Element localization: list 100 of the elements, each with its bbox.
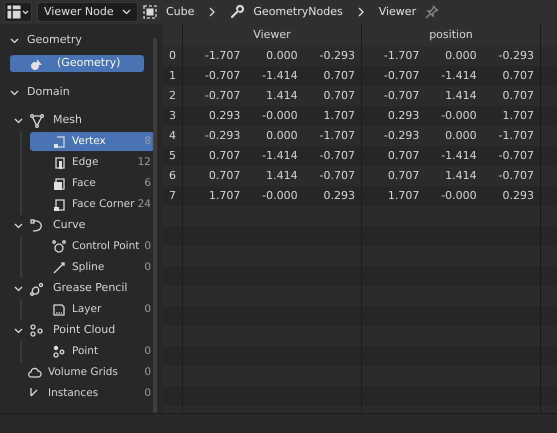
- table-cell-text: 1.414: [265, 168, 298, 184]
- table-cell-text: 0.000: [444, 128, 477, 144]
- table-cell-text: -0.707: [498, 148, 534, 164]
- table-cell-text: -1.707: [498, 128, 534, 144]
- face-corner-icon: [52, 198, 66, 212]
- domain-item[interactable]: Volume Grids 0: [20, 363, 154, 382]
- table-cell-text: 0.000: [265, 128, 298, 144]
- table-cell-text: -1.414: [440, 148, 477, 164]
- table-cell-text: -0.707: [204, 88, 240, 104]
- table-cell-text: -0.293: [382, 128, 420, 144]
- table-cell-text: -0.293: [498, 48, 534, 64]
- table-cell-text: 0.293: [386, 108, 420, 124]
- breadcrumb-label: Viewer: [378, 4, 416, 20]
- chevron-right-icon: [208, 7, 216, 17]
- table-cell-text: -1.414: [261, 148, 298, 164]
- column-header: position: [429, 26, 473, 43]
- domain-item[interactable]: Edge 12: [30, 153, 154, 172]
- table-cell-text: 0.707: [208, 168, 240, 184]
- viewer-dropdown[interactable]: Viewer Node: [37, 2, 138, 22]
- domain-item[interactable]: Spline 0: [30, 258, 154, 277]
- domain-group-label[interactable]: Mesh: [53, 112, 82, 129]
- row-index: 2: [169, 88, 176, 104]
- table-cell-text: 1.707: [322, 108, 355, 124]
- domain-item[interactable]: Point 0: [30, 342, 154, 361]
- domain-item[interactable]: Layer 0: [30, 300, 154, 319]
- breadcrumb-label: GeometryNodes: [253, 4, 343, 20]
- table-cell-text: 0.707: [386, 168, 420, 184]
- table-cell-text: 0.707: [386, 148, 420, 164]
- panel-title[interactable]: Geometry: [27, 32, 82, 48]
- row-index: 6: [169, 168, 176, 184]
- chevron-down-icon: [22, 10, 29, 14]
- object-icon: [143, 5, 157, 19]
- row-index: 4: [169, 128, 176, 144]
- table-cell-text: 0.707: [322, 68, 355, 84]
- table-cell-text: -0.707: [318, 168, 355, 184]
- domain-group-label[interactable]: Point Cloud: [53, 322, 116, 339]
- table-cell-text: 0.707: [501, 88, 534, 104]
- grease-pencil-icon: [30, 282, 44, 296]
- table-cell-text: -0.000: [261, 188, 298, 204]
- wrench-icon: [230, 5, 244, 19]
- curve-icon: [30, 218, 44, 232]
- geometry-item[interactable]: (Geometry): [10, 55, 144, 72]
- domain-group-label[interactable]: Grease Pencil: [53, 280, 128, 297]
- table-cell-text: 0.293: [208, 108, 240, 124]
- table-cell-text: -0.707: [382, 68, 420, 84]
- row-index: 0: [169, 48, 176, 64]
- chevron-down-icon: [122, 9, 131, 15]
- domain-item[interactable]: Vertex 8: [30, 132, 154, 151]
- table-cell-text: -1.414: [261, 68, 298, 84]
- point-cloud-icon: [30, 324, 44, 338]
- table-cell-text: -0.707: [204, 68, 240, 84]
- vertex-icon: [52, 134, 66, 148]
- table-cell-text: 0.707: [501, 68, 534, 84]
- chevron-right-icon: [356, 7, 365, 17]
- table-cell-text: 1.707: [386, 188, 420, 204]
- table-cell-text: -0.293: [204, 128, 240, 144]
- table-cell-text: 1.707: [501, 108, 534, 124]
- table-cell-text: -1.707: [318, 128, 355, 144]
- table-cell-text: 0.000: [265, 48, 298, 64]
- domain-item[interactable]: Face Corner 24: [30, 195, 154, 214]
- row-index: 3: [169, 108, 176, 124]
- spline-icon: [52, 260, 66, 274]
- table-cell-text: 1.707: [208, 188, 240, 204]
- column-header: Viewer: [253, 26, 291, 43]
- table-cell-text: -0.000: [440, 108, 477, 124]
- panel-title[interactable]: Domain: [27, 84, 70, 100]
- table-cell-text: 0.707: [208, 148, 240, 164]
- pin-icon: [425, 5, 440, 19]
- table-cell-text: 0.293: [322, 188, 355, 204]
- row-index: 1: [169, 68, 176, 84]
- cloud-icon: [28, 366, 42, 380]
- editor-type-button[interactable]: [4, 2, 32, 22]
- table-cell-text: 1.414: [444, 168, 477, 184]
- table-cell-text: -1.414: [440, 68, 477, 84]
- layer-icon: [52, 302, 66, 316]
- domain-group-label[interactable]: Curve: [53, 217, 86, 234]
- row-index: 5: [169, 148, 176, 164]
- table-cell-text: -0.707: [498, 168, 534, 184]
- spreadsheet-icon: [7, 5, 21, 19]
- face-icon: [52, 176, 66, 190]
- triangle-mesh-icon: [30, 114, 44, 128]
- table-cell-text: 0.000: [444, 48, 477, 64]
- table-cell-text: 1.414: [265, 88, 298, 104]
- table-cell-text: -0.000: [261, 108, 298, 124]
- control-point-icon: [52, 240, 66, 254]
- row-index: 7: [169, 188, 176, 204]
- table-cell-text: 1.414: [444, 88, 477, 104]
- table-cell-text: 0.293: [501, 188, 534, 204]
- table-cell-text: -0.707: [318, 148, 355, 164]
- table-cell-text: -0.293: [318, 48, 355, 64]
- table-cell-text: -1.707: [382, 48, 420, 64]
- table-cell-text: -0.707: [382, 88, 420, 104]
- domain-item[interactable]: Instances 0: [20, 384, 154, 403]
- table-cell-text: -1.707: [204, 48, 240, 64]
- table-cell-text: 0.707: [322, 88, 355, 104]
- domain-item[interactable]: Control Point 0: [30, 237, 154, 256]
- point-icon: [52, 344, 66, 358]
- table-cell-text: -0.000: [440, 188, 477, 204]
- geometry-icon: [30, 56, 44, 70]
- domain-item[interactable]: Face 6: [30, 174, 154, 193]
